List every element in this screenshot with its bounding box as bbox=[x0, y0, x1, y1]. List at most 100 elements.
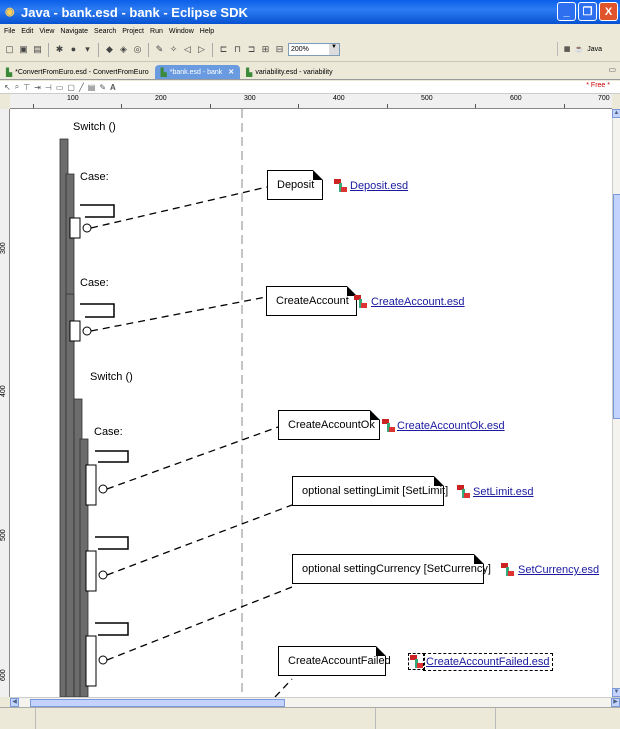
tab-bank[interactable]: ▙ *bank.esd - bank ✕ bbox=[154, 65, 241, 79]
ruler-label: 600 bbox=[0, 669, 7, 681]
link-createaccount-esd[interactable]: CreateAccount.esd bbox=[371, 296, 465, 308]
component-box-optional-settinglimit[interactable]: optional settingLimit [SetLimit] bbox=[292, 476, 448, 506]
ruler-tick bbox=[298, 104, 299, 108]
perspective-switcher[interactable]: ▦ ☕ Java bbox=[556, 42, 602, 56]
match-width-icon[interactable]: ⊞ bbox=[260, 44, 271, 55]
eclipse-app-icon: ◉ bbox=[5, 6, 15, 18]
toolbar-separator bbox=[48, 42, 49, 57]
open-type-icon[interactable]: ✎ bbox=[154, 44, 165, 55]
component-box-createaccountfailed[interactable]: CreateAccountFailed bbox=[278, 646, 391, 676]
chevron-down-icon[interactable]: ▼ bbox=[329, 44, 339, 55]
java-perspective-icon: ☕ bbox=[574, 46, 584, 53]
print-icon[interactable]: ▤ bbox=[32, 44, 43, 55]
link-setlimit-esd[interactable]: SetLimit.esd bbox=[473, 486, 534, 498]
new-icon[interactable]: ▢ bbox=[4, 44, 15, 55]
align-left-icon[interactable]: ⊏ bbox=[218, 44, 229, 55]
case-label: Case: bbox=[80, 171, 109, 183]
debug-icon[interactable]: ✱ bbox=[54, 44, 65, 55]
menu-window[interactable]: Window bbox=[169, 28, 194, 35]
pencil-tool-icon[interactable]: ✎ bbox=[99, 83, 106, 92]
open-perspective-icon[interactable]: ▦ bbox=[564, 45, 571, 53]
diagram-file-icon: ▙ bbox=[6, 67, 13, 77]
diagram-file-icon: ▙ bbox=[246, 67, 253, 77]
link-createaccountfailed-esd[interactable]: CreateAccountFailed.esd bbox=[423, 653, 553, 671]
ruler-label: 600 bbox=[510, 95, 522, 102]
tab-convertfromeuro[interactable]: ▙ *ConvertFromEuro.esd - ConvertFromEuro bbox=[0, 65, 155, 79]
scroll-right-icon[interactable]: ▶ bbox=[611, 698, 620, 707]
menu-view[interactable]: View bbox=[39, 28, 54, 35]
vertical-ruler: 300 400 500 600 bbox=[0, 109, 10, 697]
text-tool-icon[interactable]: A bbox=[110, 83, 116, 92]
zoom-value: 200% bbox=[291, 46, 309, 53]
tab-variability[interactable]: ▙ variability.esd - variability bbox=[240, 65, 338, 79]
link-setcurrency-esd[interactable]: SetCurrency.esd bbox=[518, 564, 599, 576]
run-icon[interactable]: ● bbox=[68, 44, 79, 55]
note-tool-icon[interactable]: ▤ bbox=[88, 83, 96, 92]
search-icon[interactable]: ✧ bbox=[168, 44, 179, 55]
scroll-down-icon[interactable]: ▼ bbox=[612, 688, 620, 697]
menu-help[interactable]: Help bbox=[200, 28, 214, 35]
component-box-optional-settingcurrency[interactable]: optional settingCurrency [SetCurrency] bbox=[292, 554, 491, 584]
new-package-icon[interactable]: ◈ bbox=[118, 44, 129, 55]
close-button[interactable]: X bbox=[599, 2, 618, 21]
window-title: Java - bank.esd - bank - Eclipse SDK bbox=[21, 4, 248, 20]
menu-project[interactable]: Project bbox=[122, 28, 144, 35]
scroll-left-icon[interactable]: ◀ bbox=[10, 698, 19, 707]
line-tool-icon[interactable]: ╱ bbox=[79, 83, 84, 92]
back-icon[interactable]: ◁ bbox=[182, 44, 193, 55]
align-center-icon[interactable]: ⊓ bbox=[232, 44, 243, 55]
maximize-button[interactable]: ❐ bbox=[578, 2, 597, 21]
message-tool-icon[interactable]: ⇥ bbox=[34, 83, 41, 92]
minimize-button[interactable]: _ bbox=[557, 2, 576, 21]
horizontal-ruler: 100 200 300 400 500 600 700 bbox=[10, 94, 612, 109]
component-box-createaccount[interactable]: CreateAccount bbox=[266, 286, 357, 316]
tab-label: variability.esd - variability bbox=[255, 68, 333, 76]
new-class-icon[interactable]: ◎ bbox=[132, 44, 143, 55]
ruler-tick bbox=[387, 104, 388, 108]
link-createaccountok-esd[interactable]: CreateAccountOk.esd bbox=[397, 420, 505, 432]
switch-label: Switch () bbox=[73, 121, 116, 133]
vertical-scrollbar[interactable]: ▲ ▼ bbox=[612, 109, 620, 697]
link-deposit-esd[interactable]: Deposit.esd bbox=[350, 180, 408, 192]
save-icon[interactable]: ▣ bbox=[18, 44, 29, 55]
select-tool-icon[interactable]: ↖ bbox=[4, 83, 11, 92]
external-tools-icon[interactable]: ▾ bbox=[82, 44, 93, 55]
eclipse-window: ◉ Java - bank.esd - bank - Eclipse SDK _… bbox=[0, 0, 620, 729]
window-controls: _ ❐ X bbox=[557, 2, 618, 21]
status-cell bbox=[376, 708, 496, 729]
zoom-tool-icon[interactable]: ⌕ bbox=[15, 82, 19, 92]
rectangle-tool-icon[interactable]: ▭ bbox=[56, 83, 64, 92]
new-java-project-icon[interactable]: ◆ bbox=[104, 44, 115, 55]
menu-file[interactable]: File bbox=[4, 28, 15, 35]
component-box-createaccountok[interactable]: CreateAccountOk bbox=[278, 410, 380, 440]
menu-bar: File Edit View Navigate Search Project R… bbox=[0, 24, 620, 38]
case-label: Case: bbox=[80, 277, 109, 289]
match-height-icon[interactable]: ⊟ bbox=[274, 44, 285, 55]
main-toolbar: ▢ ▣ ▤ ✱ ● ▾ ◆ ◈ ◎ ✎ ✧ ◁ ▷ ⊏ ⊓ ⊐ ⊞ ⊟ 200%… bbox=[0, 38, 620, 62]
ruler-label: 100 bbox=[67, 95, 79, 102]
component-box-deposit[interactable]: Deposit bbox=[267, 170, 323, 200]
scroll-up-icon[interactable]: ▲ bbox=[612, 109, 620, 118]
diagram-canvas[interactable]: Switch () Case: Case: Switch () Case: De… bbox=[10, 109, 612, 697]
vertical-scroll-thumb[interactable] bbox=[613, 194, 620, 419]
tab-label: *ConvertFromEuro.esd - ConvertFromEuro bbox=[15, 68, 149, 76]
menu-run[interactable]: Run bbox=[150, 28, 163, 35]
align-right-icon[interactable]: ⊐ bbox=[246, 44, 257, 55]
menu-navigate[interactable]: Navigate bbox=[60, 28, 88, 35]
maximize-editor-icon[interactable]: ▭ bbox=[608, 65, 616, 74]
dashed-connectors bbox=[90, 186, 293, 697]
ruler-tick bbox=[475, 104, 476, 108]
diagram-link-icon bbox=[501, 563, 514, 576]
port-tool-icon[interactable]: ⊣ bbox=[45, 83, 52, 92]
ruler-label: 300 bbox=[244, 95, 256, 102]
horizontal-scroll-thumb[interactable] bbox=[30, 699, 285, 707]
component-tool-icon[interactable]: ⊤ bbox=[23, 83, 30, 92]
forward-icon[interactable]: ▷ bbox=[196, 44, 207, 55]
diagram-link-icon bbox=[334, 179, 347, 192]
frame-tool-icon[interactable]: ▢ bbox=[67, 83, 75, 92]
zoom-combo[interactable]: 200% ▼ bbox=[288, 43, 340, 56]
horizontal-scrollbar[interactable]: ◀ ▶ bbox=[10, 697, 620, 707]
close-tab-icon[interactable]: ✕ bbox=[228, 68, 234, 76]
menu-search[interactable]: Search bbox=[94, 28, 116, 35]
menu-edit[interactable]: Edit bbox=[21, 28, 33, 35]
